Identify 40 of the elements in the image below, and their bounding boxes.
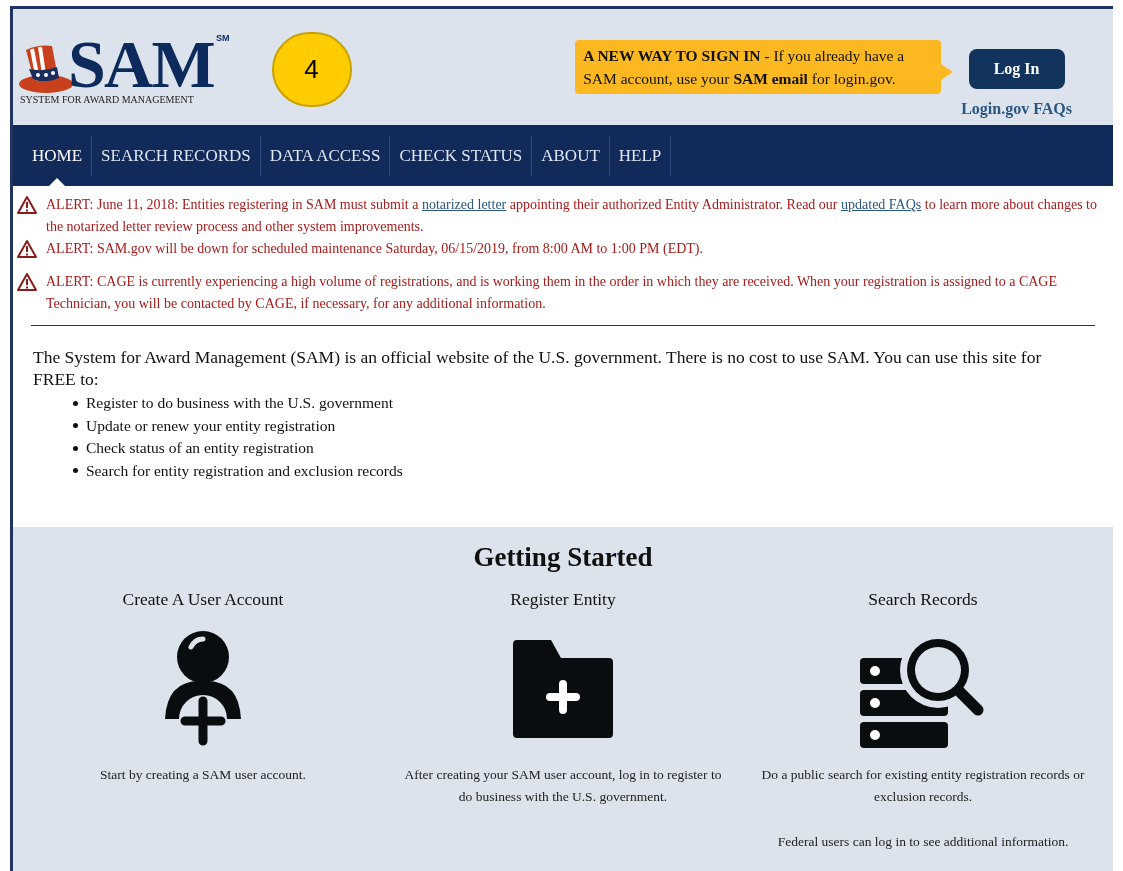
alert-link[interactable]: notarized letter <box>421 197 507 212</box>
sign-in-callout: A NEW WAY TO SIGN IN - If you already have a SAM account, use your SAM email for login.gov. <box>575 40 942 94</box>
login-button[interactable]: Log In <box>968 49 1065 89</box>
faq-link[interactable]: Login.gov FAQs <box>961 97 1072 121</box>
card-description: Start by creating a SAM user account. <box>99 765 307 784</box>
card-title[interactable]: Register Entity <box>510 585 616 612</box>
service-mark: SM <box>216 32 230 45</box>
bullet-text: Search for entity registration and exclusion records <box>86 460 403 481</box>
card-title[interactable]: Create A User Account <box>122 585 284 612</box>
card-title[interactable]: Search Records <box>868 585 978 612</box>
bullet-text: Update or renew your entity registration <box>86 415 336 436</box>
nav-tab[interactable]: HOME <box>23 142 92 169</box>
bullet-text: Check status of an entity registration <box>86 438 314 458</box>
logo-subtitle: SYSTEM FOR AWARD MANAGEMENT <box>20 93 195 107</box>
alert-link[interactable]: updated FAQs <box>841 197 922 212</box>
nav-tab[interactable]: SEARCH RECORDS <box>92 142 260 169</box>
card-description: After creating your SAM user account, log in to register to do business with the U.S. government. <box>403 765 723 806</box>
nav-tab[interactable]: CHECK STATUS <box>390 142 532 169</box>
nav-tab[interactable]: ABOUT <box>532 142 609 169</box>
bullet-text: Register to do business with the U.S. government <box>86 393 393 413</box>
alert-message: ALERT: CAGE is currently experiencing a high volume of registrations, and is working them in the order in which they are received. When your registration is assigned to a CAGE Technician, you will be contacted by CAGE, if necessary, for any additional information. <box>46 273 1058 313</box>
warning-icon <box>17 196 37 214</box>
nav-tab[interactable]: HELP <box>609 142 671 169</box>
logo-title: SAM <box>68 34 214 94</box>
warning-icon <box>17 240 37 258</box>
nav-tab[interactable]: DATA ACCESS <box>260 142 390 169</box>
card-description: Do a public search for existing entity registration records or exclusion records. <box>760 765 1086 806</box>
callout-pointer-icon <box>941 64 954 80</box>
bullet-icon <box>73 468 78 474</box>
add-folder-icon <box>513 639 613 738</box>
intro-text: The System for Award Management (SAM) is an official website of the U.S. government. There is no cost to use SAM. You can use this site for FREE to: <box>33 346 1043 390</box>
alert-message: ALERT: June 11, 2018: Entities registering in SAM must submit a notarized letter appointing their authorized Entity Administrator. Read our updated FAQs to learn more about changes to the notarized letter review process and other system improvements. <box>46 196 1098 236</box>
bullet-icon <box>73 445 78 451</box>
step-badge: 4 <box>271 32 352 107</box>
warning-icon <box>17 273 37 291</box>
alert-message: ALERT: SAM.gov will be down for scheduled maintenance Saturday, 06/15/2019, from 8:00 AM to 1:00 PM (EDT). <box>46 240 704 258</box>
card-description: Federal users can log in to see additional information. <box>776 832 1070 851</box>
section-heading: Getting Started <box>473 541 653 574</box>
bullet-icon <box>73 423 78 429</box>
bullet-icon <box>73 400 78 406</box>
